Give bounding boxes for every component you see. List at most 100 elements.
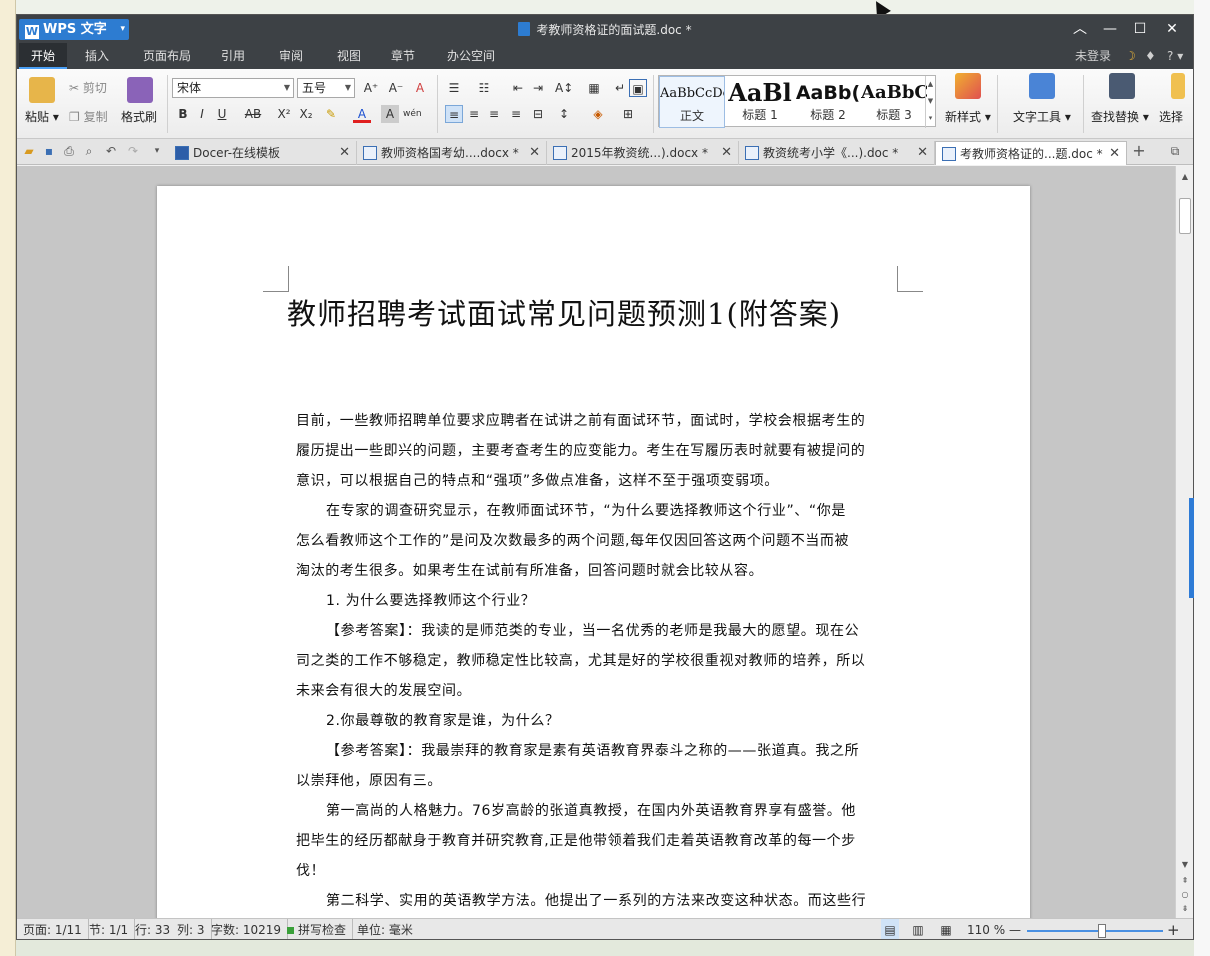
style-heading-2[interactable]: AaBb(标题 2	[795, 76, 861, 128]
find-replace-button[interactable]: 查找替换 ▾	[1091, 108, 1149, 125]
italic-button[interactable]: I	[193, 105, 211, 123]
scroll-thumb[interactable]	[1179, 198, 1191, 234]
align-left-button[interactable]: ≡	[445, 105, 463, 123]
zoom-out-button[interactable]: —	[1009, 919, 1021, 939]
subscript-button[interactable]: X₂	[297, 105, 315, 123]
menu-page-layout[interactable]: 页面布局	[135, 43, 199, 69]
font-size-select[interactable]: 五号 ▼	[297, 78, 355, 98]
scroll-up-icon[interactable]: ▲	[1178, 170, 1192, 184]
highlight-icon[interactable]: ✎	[322, 105, 340, 123]
quick-access-menu-icon[interactable]: ▾	[149, 143, 165, 159]
show-layout-icon[interactable]: ▣	[629, 79, 647, 97]
style-normal[interactable]: AaBbCcDc 正文	[659, 76, 725, 128]
tab-document[interactable]: 教资统考小学《...).doc * ✕	[739, 141, 935, 165]
side-panel-strip[interactable]	[1189, 498, 1194, 598]
scroll-down-icon[interactable]: ▼	[1178, 858, 1192, 872]
print-preview-icon[interactable]: ⌕	[81, 143, 97, 159]
binoculars-icon[interactable]	[1109, 73, 1135, 99]
text-direction-icon[interactable]: A↕	[555, 79, 573, 97]
undo-icon[interactable]: ↶	[103, 143, 119, 159]
zoom-level[interactable]: 110 %	[967, 919, 1005, 939]
minimize-button[interactable]: —	[1095, 18, 1125, 40]
text-tools-button[interactable]: 文字工具 ▾	[1013, 108, 1071, 125]
tab-active-document[interactable]: 考教师资格证的...题.doc * ✕	[935, 141, 1127, 165]
bullet-list-icon[interactable]: ☰	[445, 79, 463, 97]
outline-view-icon[interactable]: ▥	[909, 919, 927, 939]
paragraph-mark-icon[interactable]: ↵	[611, 79, 629, 97]
print-icon[interactable]: ⎙	[61, 143, 77, 159]
menu-office-space[interactable]: 办公空间	[439, 43, 503, 69]
maximize-button[interactable]: ☐	[1125, 18, 1155, 40]
numbered-list-icon[interactable]: ☷	[475, 79, 493, 97]
menu-references[interactable]: 引用	[213, 43, 253, 69]
distributed-align-button[interactable]: ⊟	[529, 105, 547, 123]
style-heading-1[interactable]: AaBl 标题 1	[727, 76, 793, 128]
menu-insert[interactable]: 插入	[75, 43, 119, 69]
tab-document[interactable]: 教师资格国考幼....docx * ✕	[357, 141, 547, 165]
redo-icon[interactable]: ↷	[125, 143, 141, 159]
shading-icon[interactable]: ◈	[589, 105, 607, 123]
strikethrough-button[interactable]: AB	[241, 105, 265, 123]
document-page[interactable]: 教师招聘考试面试常见问题预测1(附答案) 目前，一些教师招聘单位要求应聘者在试讲…	[157, 186, 1030, 918]
menu-home[interactable]: 开始	[19, 43, 67, 69]
phonetic-guide-icon[interactable]: wén	[403, 105, 422, 123]
new-style-button[interactable]: 新样式 ▾	[945, 108, 991, 125]
skin-icon[interactable]: ♦	[1145, 43, 1156, 69]
align-center-button[interactable]: ≡	[465, 105, 483, 123]
shrink-font-icon[interactable]: A⁻	[387, 79, 405, 97]
tab-list-icon[interactable]: ⧉	[1167, 143, 1183, 159]
select-icon[interactable]	[1171, 73, 1185, 99]
new-tab-icon[interactable]: +	[1131, 143, 1147, 159]
line-spacing-icon[interactable]: ↕	[555, 105, 573, 123]
web-view-icon[interactable]: ▦	[937, 919, 955, 939]
new-style-icon[interactable]	[955, 73, 981, 99]
zoom-in-button[interactable]: +	[1167, 919, 1180, 939]
spell-check-toggle[interactable]: 拼写检查	[287, 919, 354, 939]
browse-object-icon[interactable]: ○	[1178, 888, 1192, 902]
underline-button[interactable]: U	[213, 105, 231, 123]
tab-document[interactable]: 2015年教资统...).docx * ✕	[547, 141, 739, 165]
close-tab-icon[interactable]: ✕	[1109, 142, 1120, 166]
style-heading-3[interactable]: AaBbC 标题 3	[861, 76, 927, 128]
status-unit[interactable]: 单位: 毫米	[357, 919, 413, 939]
clear-format-icon[interactable]: A	[411, 79, 429, 97]
collapse-ribbon-button[interactable]: ︿	[1065, 18, 1095, 40]
grow-font-icon[interactable]: A⁺	[362, 79, 380, 97]
select-button[interactable]: 选择	[1159, 108, 1183, 125]
menu-view[interactable]: 视图	[329, 43, 369, 69]
next-page-icon[interactable]: ⇟	[1178, 902, 1192, 916]
paste-icon[interactable]	[29, 77, 55, 103]
login-link[interactable]: 未登录	[1075, 43, 1111, 69]
table-icon[interactable]: ▦	[585, 79, 603, 97]
menu-review[interactable]: 审阅	[271, 43, 311, 69]
cut-button[interactable]: ✂ 剪切	[69, 79, 107, 96]
border-icon[interactable]: ⊞	[619, 105, 637, 123]
font-name-select[interactable]: 宋体 ▼	[172, 78, 294, 98]
align-right-button[interactable]: ≡	[485, 105, 503, 123]
format-painter-button[interactable]: 格式刷	[121, 108, 157, 125]
format-painter-icon[interactable]	[127, 77, 153, 103]
font-color-icon[interactable]: A	[353, 105, 371, 123]
page-view-icon[interactable]: ▤	[881, 919, 899, 939]
close-tab-icon[interactable]: ✕	[721, 141, 732, 165]
justify-button[interactable]: ≡	[507, 105, 525, 123]
text-tools-icon[interactable]	[1029, 73, 1055, 99]
close-tab-icon[interactable]: ✕	[529, 141, 540, 165]
copy-button[interactable]: ❐ 复制	[69, 108, 108, 125]
open-folder-icon[interactable]: ▰	[21, 143, 37, 159]
style-gallery-scroll[interactable]: ▲ ▼ ▾	[925, 76, 935, 128]
save-icon[interactable]: ▪	[41, 143, 57, 159]
previous-page-icon[interactable]: ⇞	[1178, 874, 1192, 888]
tab-docer-templates[interactable]: Docer-在线模板 ✕	[169, 141, 357, 165]
paste-button[interactable]: 粘贴 ▾	[25, 108, 59, 125]
superscript-button[interactable]: X²	[275, 105, 293, 123]
help-button[interactable]: ? ▾	[1167, 43, 1183, 69]
close-tab-icon[interactable]: ✕	[339, 141, 350, 165]
status-word-count[interactable]: 字数: 10219	[211, 919, 289, 939]
bold-button[interactable]: B	[174, 105, 192, 123]
status-page[interactable]: 页面: 1/11	[23, 919, 89, 939]
zoom-slider-thumb[interactable]	[1097, 924, 1106, 938]
close-tab-icon[interactable]: ✕	[917, 141, 928, 165]
menu-chapter[interactable]: 章节	[383, 43, 423, 69]
char-shading-icon[interactable]: A	[381, 105, 399, 123]
